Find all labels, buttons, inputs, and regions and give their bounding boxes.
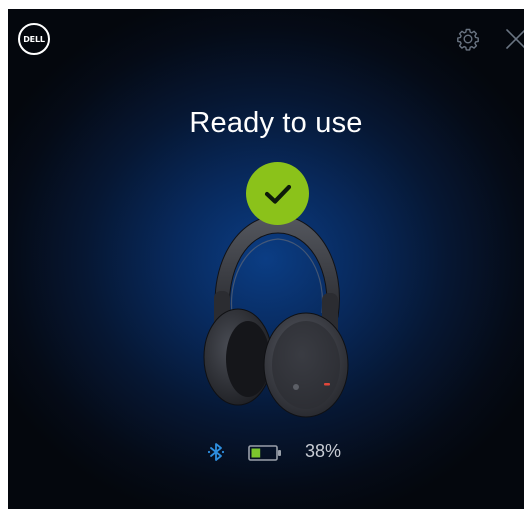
battery-level-fill bbox=[251, 448, 261, 458]
logo-text: DELL bbox=[23, 34, 45, 44]
checkmark-icon bbox=[264, 184, 291, 204]
app-window: DELL Ready to use 38% bbox=[8, 9, 524, 509]
gear-icon[interactable] bbox=[456, 27, 480, 51]
battery-icon bbox=[248, 445, 281, 461]
device-status-bar: 38% bbox=[8, 437, 524, 467]
dell-logo: DELL bbox=[18, 23, 50, 55]
status-title: Ready to use bbox=[189, 107, 363, 139]
headphones-image bbox=[203, 214, 349, 418]
battery-percentage: 38% bbox=[305, 441, 342, 461]
bluetooth-icon bbox=[207, 443, 225, 461]
close-icon[interactable] bbox=[505, 28, 524, 50]
ready-check-badge bbox=[246, 162, 309, 225]
